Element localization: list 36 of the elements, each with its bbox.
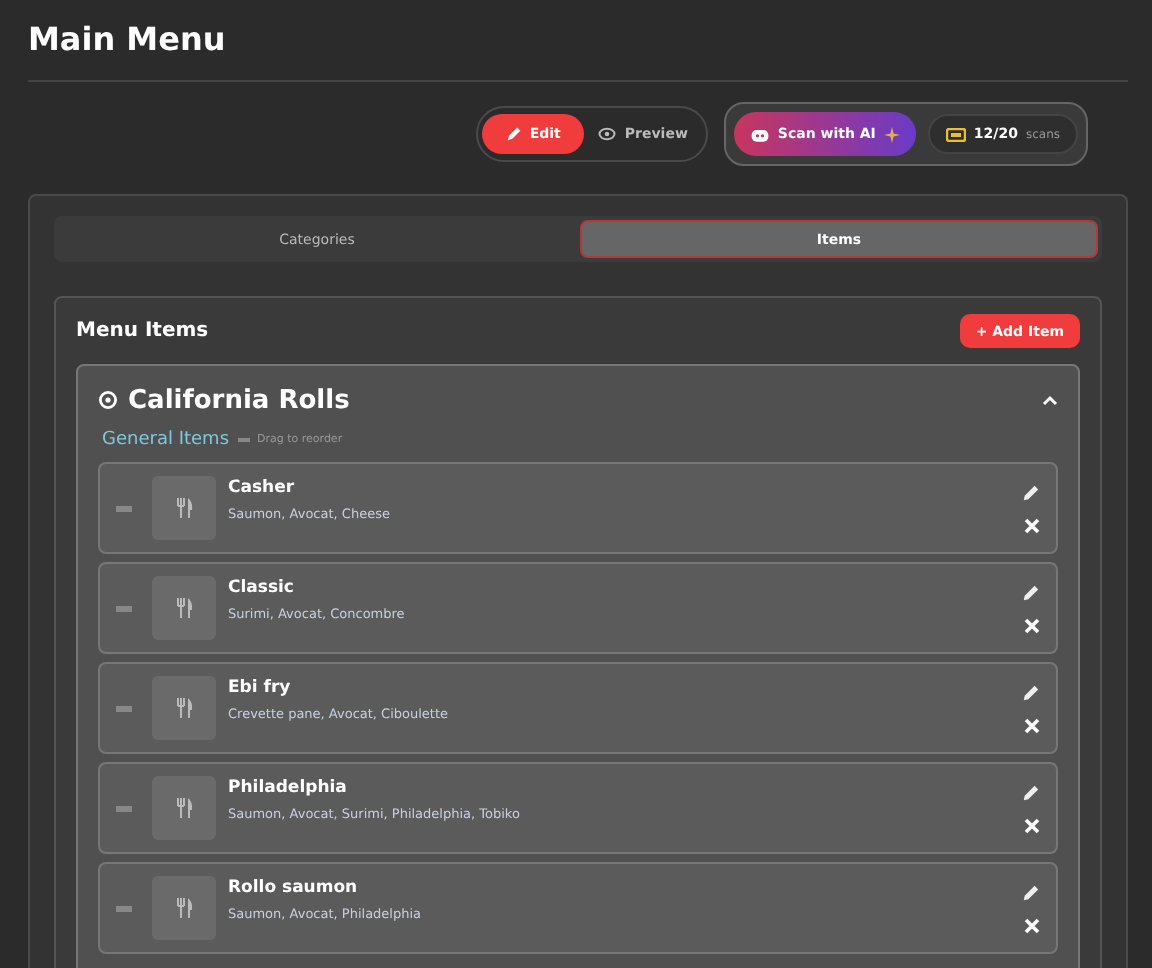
close-icon[interactable] bbox=[1023, 917, 1039, 933]
drag-handle-icon[interactable] bbox=[116, 605, 132, 611]
pencil-icon bbox=[505, 126, 522, 142]
close-icon[interactable] bbox=[1023, 517, 1039, 533]
page-title: Main Menu bbox=[28, 18, 228, 62]
edit-icon[interactable] bbox=[1022, 583, 1040, 601]
edit-icon[interactable] bbox=[1022, 683, 1040, 701]
chevron-up-icon[interactable] bbox=[1042, 394, 1058, 406]
edit-icon[interactable] bbox=[1022, 483, 1040, 501]
utensils-icon bbox=[175, 498, 193, 518]
edit-icon[interactable] bbox=[1022, 783, 1040, 801]
sparkle-icon bbox=[883, 125, 900, 143]
close-icon[interactable] bbox=[1023, 717, 1039, 733]
utensils-icon bbox=[175, 698, 193, 718]
drag-handle-icon bbox=[237, 438, 250, 442]
close-icon[interactable] bbox=[1023, 817, 1039, 833]
item-name: Classic bbox=[228, 578, 296, 598]
section-title: Menu Items bbox=[76, 320, 209, 342]
utensils-icon bbox=[175, 598, 193, 618]
group-label: General Items bbox=[102, 430, 230, 450]
item-name: Casher bbox=[228, 478, 297, 498]
ticket-icon bbox=[945, 127, 966, 141]
close-icon[interactable] bbox=[1023, 617, 1039, 633]
category-name: California Rolls bbox=[128, 385, 352, 415]
item-name: Philadelphia bbox=[228, 778, 349, 798]
utensils-icon bbox=[175, 898, 193, 918]
utensils-icon bbox=[175, 798, 193, 818]
robot-icon bbox=[749, 125, 770, 143]
drag-handle-icon[interactable] bbox=[116, 705, 132, 711]
edit-icon[interactable] bbox=[1022, 883, 1040, 901]
item-name: Ebi fry bbox=[228, 678, 293, 698]
item-name: Rollo saumon bbox=[228, 878, 360, 898]
drag-handle-icon[interactable] bbox=[116, 505, 132, 511]
drag-handle-icon[interactable] bbox=[116, 805, 132, 811]
drag-handle-icon[interactable] bbox=[116, 905, 132, 911]
eye-icon bbox=[598, 126, 617, 142]
